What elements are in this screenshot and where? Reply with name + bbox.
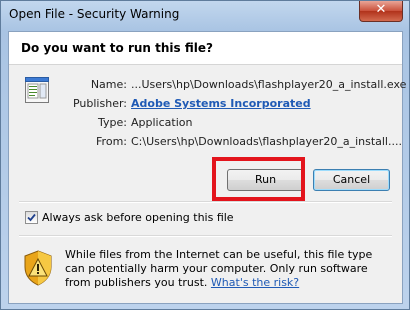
- publisher-link[interactable]: Adobe Systems Incorporated: [131, 97, 311, 110]
- always-ask-checkbox[interactable]: [25, 211, 38, 224]
- whats-the-risk-link[interactable]: What's the risk?: [211, 276, 299, 289]
- run-button-highlight: [212, 157, 305, 201]
- type-label: Type:: [98, 116, 127, 129]
- from-label: From:: [96, 135, 127, 148]
- security-warning-dialog: Open File - Security Warning ✕ Do you wa…: [0, 0, 410, 310]
- publisher-label: Publisher:: [72, 97, 127, 110]
- security-shield-warning-icon: [23, 250, 53, 286]
- close-icon: ✕: [375, 2, 387, 17]
- header-band: Do you want to run this file?: [9, 32, 402, 65]
- separator: [19, 201, 392, 203]
- name-value: ...Users\hp\Downloads\flashplayer20_a_in…: [131, 78, 407, 91]
- title-bar[interactable]: Open File - Security Warning ✕: [1, 1, 409, 31]
- checkmark-icon: [27, 213, 36, 222]
- from-value: C:\Users\hp\Downloads\flashplayer20_a_in…: [131, 135, 402, 148]
- type-value: Application: [131, 116, 193, 129]
- close-button[interactable]: ✕: [359, 1, 403, 22]
- warning-message: While files from the Internet can be use…: [65, 248, 390, 290]
- name-label: Name:: [90, 78, 127, 91]
- dialog-question: Do you want to run this file?: [21, 41, 213, 55]
- dialog-body: Do you want to run this file? Name: ...U…: [8, 31, 407, 304]
- always-ask-label[interactable]: Always ask before opening this file: [42, 211, 234, 224]
- window-title: Open File - Security Warning: [9, 7, 180, 21]
- separator: [19, 235, 392, 237]
- cancel-button[interactable]: Cancel: [313, 169, 390, 191]
